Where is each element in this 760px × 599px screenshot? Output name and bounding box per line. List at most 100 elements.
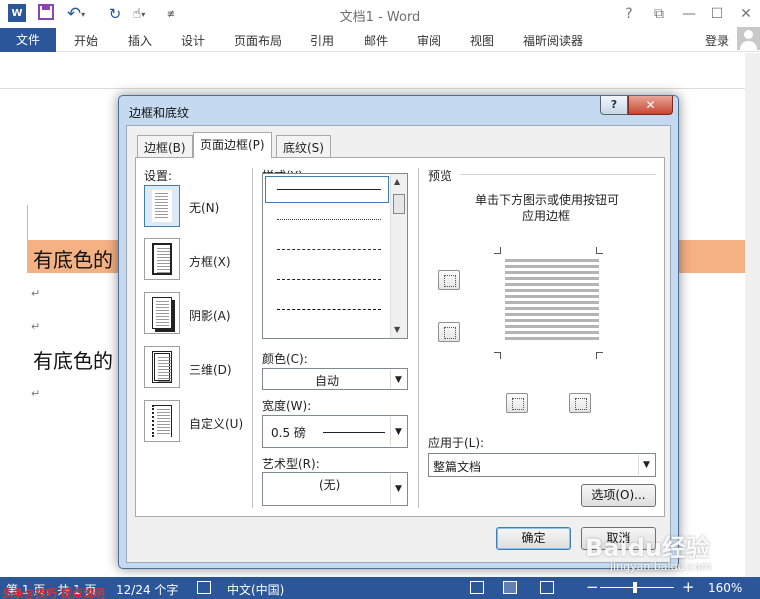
title-bar: W ↶ ▾ ↻ ☝ ▾ ≢ 文档1 - Word ? ⧉ — ☐ ✕ <box>0 0 760 28</box>
vertical-scrollbar[interactable] <box>745 53 760 577</box>
tab-mailings[interactable]: 邮件 <box>364 32 388 49</box>
print-layout-icon[interactable] <box>503 581 517 594</box>
ribbon-tabs: 文件 开始 插入 设计 页面布局 引用 邮件 审阅 视图 福昕阅读器 登录 <box>0 28 760 52</box>
tab-references[interactable]: 引用 <box>310 32 334 49</box>
page-edge <box>0 88 745 89</box>
apply-to-dropdown[interactable]: 整篇文档 ▼ <box>428 453 656 477</box>
line-style-dotted[interactable] <box>277 219 381 220</box>
left-border-button[interactable] <box>506 393 528 413</box>
setting-box-label[interactable]: 方框(X) <box>189 253 231 270</box>
zoom-slider-thumb[interactable] <box>633 582 637 593</box>
avatar[interactable] <box>737 27 760 50</box>
dialog-help-button[interactable]: ? <box>600 96 628 115</box>
bottom-border-button[interactable] <box>438 322 460 342</box>
tab-shading[interactable]: 底纹(S) <box>276 135 331 157</box>
watermark-left: 头条@技巧 提点说明 <box>2 587 105 599</box>
art-label: 艺术型(R): <box>262 457 320 471</box>
tab-file[interactable]: 文件 <box>0 28 56 52</box>
chevron-down-icon[interactable]: ▼ <box>638 455 654 475</box>
paragraph-mark: ↵ <box>31 387 41 400</box>
color-label: 颜色(C): <box>262 352 308 366</box>
art-dropdown[interactable]: (无) ▼ <box>262 472 408 506</box>
borders-shading-dialog: 边框和底纹 ? ✕ 边框(B) 页面边框(P) 底纹(S) 设置: 无(N) 方… <box>118 95 679 569</box>
line-style-dashed-small[interactable] <box>277 249 381 250</box>
apply-to-label: 应用于(L): <box>428 436 485 450</box>
login-link[interactable]: 登录 <box>705 32 729 49</box>
page-border-panel: 设置: 无(N) 方框(X) 阴影(A) 三维(D) 自定义(U) ▲ ▼ 颜色… <box>135 157 665 517</box>
setting-3d-label[interactable]: 三维(D) <box>189 361 232 378</box>
apply-to-value: 整篇文档 <box>433 460 482 474</box>
tab-foxit-reader[interactable]: 福昕阅读器 <box>523 32 583 49</box>
language-indicator[interactable]: 中文(中国) <box>227 581 284 598</box>
baidu-watermark: Baidu经验 <box>585 534 710 562</box>
setting-custom-label[interactable]: 自定义(U) <box>189 415 243 432</box>
read-mode-icon[interactable] <box>470 581 484 594</box>
preview-rule <box>460 174 656 175</box>
setting-shadow-label[interactable]: 阴影(A) <box>189 307 231 324</box>
line-style-dashed[interactable] <box>277 279 381 280</box>
tab-borders[interactable]: 边框(B) <box>137 135 193 157</box>
dialog-close-button[interactable]: ✕ <box>628 96 673 115</box>
top-border-button[interactable] <box>438 270 460 290</box>
setting-none-label[interactable]: 无(N) <box>189 199 219 216</box>
document-line-1[interactable]: 有底色的 <box>33 244 113 273</box>
tab-page-layout[interactable]: 页面布局 <box>234 32 282 49</box>
setting-box-icon[interactable] <box>144 238 180 280</box>
zoom-in-icon[interactable]: + <box>682 578 695 596</box>
zoom-level[interactable]: 160% <box>708 581 742 595</box>
close-icon[interactable]: ✕ <box>733 3 759 25</box>
minimize-icon[interactable]: — <box>676 3 702 25</box>
paragraph-mark: ↵ <box>31 320 41 333</box>
preview-page[interactable] <box>505 259 599 343</box>
dialog-title: 边框和底纹 <box>129 106 190 120</box>
zoom-slider[interactable] <box>600 587 674 588</box>
ok-button[interactable]: 确定 <box>496 527 571 550</box>
help-icon[interactable]: ? <box>616 3 642 25</box>
zoom-out-icon[interactable]: − <box>586 578 599 596</box>
proofing-icon[interactable] <box>197 581 211 594</box>
width-label: 宽度(W): <box>262 399 312 413</box>
preview-hint: 单击下方图示或使用按钮可 <box>475 193 620 207</box>
word-count[interactable]: 12/24 个字 <box>116 581 178 598</box>
margin-marker <box>27 205 28 241</box>
line-style-dash-dot[interactable] <box>277 309 381 310</box>
tab-view[interactable]: 视图 <box>470 32 494 49</box>
width-dropdown[interactable]: 0.5 磅 ▼ <box>262 415 408 448</box>
tab-home[interactable]: 开始 <box>74 32 98 49</box>
tab-design[interactable]: 设计 <box>181 32 205 49</box>
settings-label: 设置: <box>144 169 173 183</box>
tab-insert[interactable]: 插入 <box>128 32 152 49</box>
tab-page-border[interactable]: 页面边框(P) <box>193 132 272 158</box>
width-value: 0.5 磅 <box>271 426 306 440</box>
setting-custom-icon[interactable] <box>144 400 180 442</box>
web-layout-icon[interactable] <box>540 581 554 594</box>
line-style-solid[interactable] <box>277 189 381 190</box>
chevron-down-icon[interactable]: ▼ <box>390 370 406 388</box>
setting-none-icon[interactable] <box>144 185 180 227</box>
setting-shadow-icon[interactable] <box>144 292 180 334</box>
corner-mark <box>596 352 603 359</box>
scroll-up-icon[interactable]: ▲ <box>394 177 400 186</box>
color-value: 自动 <box>315 374 340 388</box>
color-dropdown[interactable]: 自动 ▼ <box>262 368 408 390</box>
width-line-sample <box>323 432 385 433</box>
paragraph-mark: ↵ <box>31 287 41 300</box>
ribbon-display-icon[interactable]: ⧉ <box>646 3 672 25</box>
tab-review[interactable]: 审阅 <box>417 32 441 49</box>
style-list-scrollbar[interactable]: ▲ ▼ <box>390 174 407 338</box>
divider <box>418 168 419 508</box>
document-line-2[interactable]: 有底色的 <box>33 345 113 374</box>
line-style-list[interactable]: ▲ ▼ <box>262 173 408 339</box>
chevron-down-icon[interactable]: ▼ <box>390 417 406 446</box>
right-border-button[interactable] <box>569 393 591 413</box>
options-button[interactable]: 选项(O)... <box>581 484 656 507</box>
chevron-down-icon[interactable]: ▼ <box>390 474 406 504</box>
corner-mark <box>596 247 603 254</box>
preview-label: 预览 <box>428 169 453 183</box>
jingyan-watermark: jingyan.baidu.com <box>610 560 712 573</box>
setting-3d-icon[interactable] <box>144 346 180 388</box>
scroll-down-icon[interactable]: ▼ <box>394 325 400 334</box>
maximize-icon[interactable]: ☐ <box>704 3 730 25</box>
corner-mark <box>494 352 501 359</box>
scroll-thumb[interactable] <box>393 194 405 214</box>
